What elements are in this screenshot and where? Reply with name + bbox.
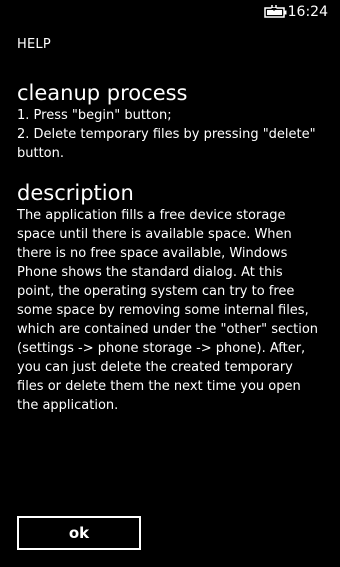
battery-charging-icon	[264, 4, 288, 18]
status-bar: 16:24	[0, 0, 340, 24]
step-2: 2. Delete temporary files by pressing "d…	[17, 127, 316, 161]
description-text: The application fills a free device stor…	[17, 208, 319, 413]
cleanup-steps: 1. Press "begin" button; 2. Delete tempo…	[17, 106, 329, 163]
page-title: HELP	[17, 37, 51, 52]
step-1: 1. Press "begin" button;	[17, 108, 172, 123]
status-time: 16:24	[287, 4, 328, 20]
cleanup-section: cleanup process 1. Press "begin" button;…	[17, 80, 329, 163]
cleanup-heading: cleanup process	[17, 81, 188, 105]
ok-button[interactable]: ok	[17, 516, 141, 550]
description-section: description The application fills a free…	[17, 180, 329, 415]
help-screen: 16:24 HELP cleanup process 1. Press "beg…	[0, 0, 340, 567]
description-heading: description	[17, 181, 134, 205]
help-content: cleanup process 1. Press "begin" button;…	[17, 80, 329, 415]
